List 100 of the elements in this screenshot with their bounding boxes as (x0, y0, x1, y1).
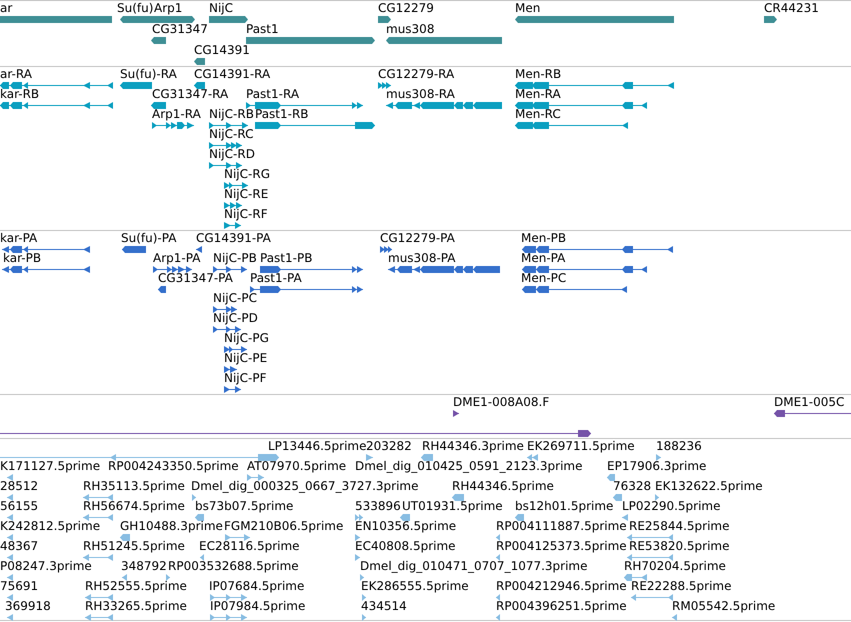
est-label: EN10356.5prime (355, 520, 456, 533)
protein-label: NijC-PC (213, 292, 257, 305)
est-label: RP003532688.5prime (168, 560, 299, 573)
gene-label: Past1 (246, 23, 279, 36)
protein-label: NijC-PF (224, 372, 266, 385)
transcript-label: CG12279-RA (378, 68, 454, 81)
protein-label: CG12279-PA (380, 232, 455, 245)
gene-label: NijC (209, 2, 234, 15)
protein-label: Past1-PA (250, 272, 302, 285)
gene-label: Men (515, 2, 540, 15)
est-label: RP004212946.5prime (496, 580, 627, 593)
transcript-label: kar-RB (0, 88, 40, 101)
protein-label: Su(fu)-PA (121, 232, 176, 245)
est-label: RE25844.5prime (629, 520, 730, 533)
protein-label: Men-PB (521, 232, 566, 245)
est-label: RP004396251.5prime (496, 600, 627, 613)
gene-label: ar (0, 2, 12, 15)
transcript-label: CG14391-RA (194, 68, 270, 81)
protein-label: NijC-PG (224, 332, 269, 345)
protein-label: Arp1-PA (153, 252, 200, 265)
est-label: EC40808.5prime (355, 540, 456, 553)
est-label: 188236 (656, 440, 702, 453)
est-label: RM05542.5prime (672, 600, 776, 613)
est-label: K171127.5prime (0, 460, 100, 473)
transcript-label: Su(fu)-RA (120, 68, 177, 81)
est-label: Dmel_dig_000325_0667_3727.3prime (191, 480, 419, 493)
est-label: P08247.3prime (0, 560, 92, 573)
transcript-label: NijC-RF (224, 208, 268, 221)
est-label: RP004243350.5prime (108, 460, 239, 473)
clone-label: DME1-005C (774, 396, 844, 409)
est-label: Dmel_dig_010471_0707_1077.3prime (360, 560, 588, 573)
transcript-label: Past1-RA (246, 88, 300, 101)
est-label: RH70204.5prime (624, 560, 726, 573)
est-label: 56155 (0, 500, 38, 513)
protein-label: kar-PB (3, 252, 42, 265)
est-label: bs12h01.5prime (515, 500, 614, 513)
est-label: RH44346.3prime (422, 440, 524, 453)
est-label: EK132622.5prime (655, 480, 763, 493)
gene-label: Su(fu) (117, 2, 154, 15)
gene-label: CR44231 (764, 2, 819, 15)
est-label: Dmel_dig_010425_0591_2123.3prime (355, 460, 583, 473)
est-label: AT07970.5prime (247, 460, 346, 473)
gene-label: Arp1 (154, 2, 182, 15)
est-label: 203282 (366, 440, 412, 453)
transcript-label: NijC-RB (209, 108, 254, 121)
gene-label: mus308 (386, 23, 434, 36)
transcript-label: Past1-RB (255, 108, 309, 121)
est-label: 533896 (355, 500, 401, 513)
est-label: 48367 (0, 540, 38, 553)
protein-label: NijC-PE (224, 352, 268, 365)
est-label: GH10488.3prime (120, 520, 223, 533)
est-label: 369918 (5, 600, 51, 613)
est-label: RH51245.5prime (83, 540, 185, 553)
est-label: RE22288.5prime (631, 580, 732, 593)
protein-label: NijC-PB (213, 252, 257, 265)
est-label: bs73b07.5prime (195, 500, 294, 513)
est-label: UT01931.5prime (402, 500, 503, 513)
gene-label: CG14391 (194, 44, 250, 57)
est-label: K242812.5prime (0, 520, 100, 533)
est-label: LP02290.5prime (622, 500, 721, 513)
est-label: 434514 (361, 600, 407, 613)
est-label: FGM210B06.5prime (224, 520, 344, 533)
protein-label: Past1-PB (260, 252, 312, 265)
est-label: 348792 (121, 560, 167, 573)
transcript-label: NijC-RD (209, 148, 255, 161)
transcript-label: mus308-RA (386, 88, 455, 101)
est-label: RE53820.5prime (629, 540, 730, 553)
transcript-label: Arp1-RA (152, 108, 201, 121)
est-label: IP07684.5prime (209, 580, 304, 593)
protein-label: Men-PC (521, 272, 566, 285)
est-label: EP17906.3prime (607, 460, 706, 473)
transcript-label: Men-RC (515, 108, 561, 121)
est-label: 28512 (0, 480, 38, 493)
gene-label: CG12279 (378, 2, 434, 15)
protein-label: Men-PA (521, 252, 566, 265)
transcript-label: NijC-RG (224, 168, 270, 181)
est-label: LP13446.5prime (268, 440, 367, 453)
est-label: RH52555.5prime (85, 580, 187, 593)
est-label: RH44346.5prime (452, 480, 554, 493)
est-label: RH33265.5prime (85, 600, 187, 613)
transcript-label: Men-RA (515, 88, 561, 101)
est-label: EC28116.5prime (199, 540, 300, 553)
protein-label: CG31347-PA (158, 272, 233, 285)
protein-label: CG14391-PA (196, 232, 271, 245)
est-label: EK269711.5prime (527, 440, 635, 453)
transcript-label: NijC-RC (209, 128, 254, 141)
est-label: IP07984.5prime (210, 600, 306, 613)
est-label: 75691 (0, 580, 38, 593)
clone-label: DME1-008A08.F (453, 396, 550, 409)
transcript-label: CG31347-RA (152, 88, 228, 101)
est-label: EK286555.5prime (361, 580, 469, 593)
protein-label: kar-PA (0, 232, 38, 245)
transcript-label: NijC-RE (224, 188, 268, 201)
protein-label: mus308-PA (388, 252, 456, 265)
gene-label: CG31347 (152, 23, 208, 36)
transcript-label: ar-RA (0, 68, 32, 81)
transcript-label: Men-RB (515, 68, 562, 81)
est-label: RP004111887.5prime (496, 520, 627, 533)
est-label: RP004125373.5prime (496, 540, 627, 553)
est-label: 76328 (613, 480, 652, 493)
